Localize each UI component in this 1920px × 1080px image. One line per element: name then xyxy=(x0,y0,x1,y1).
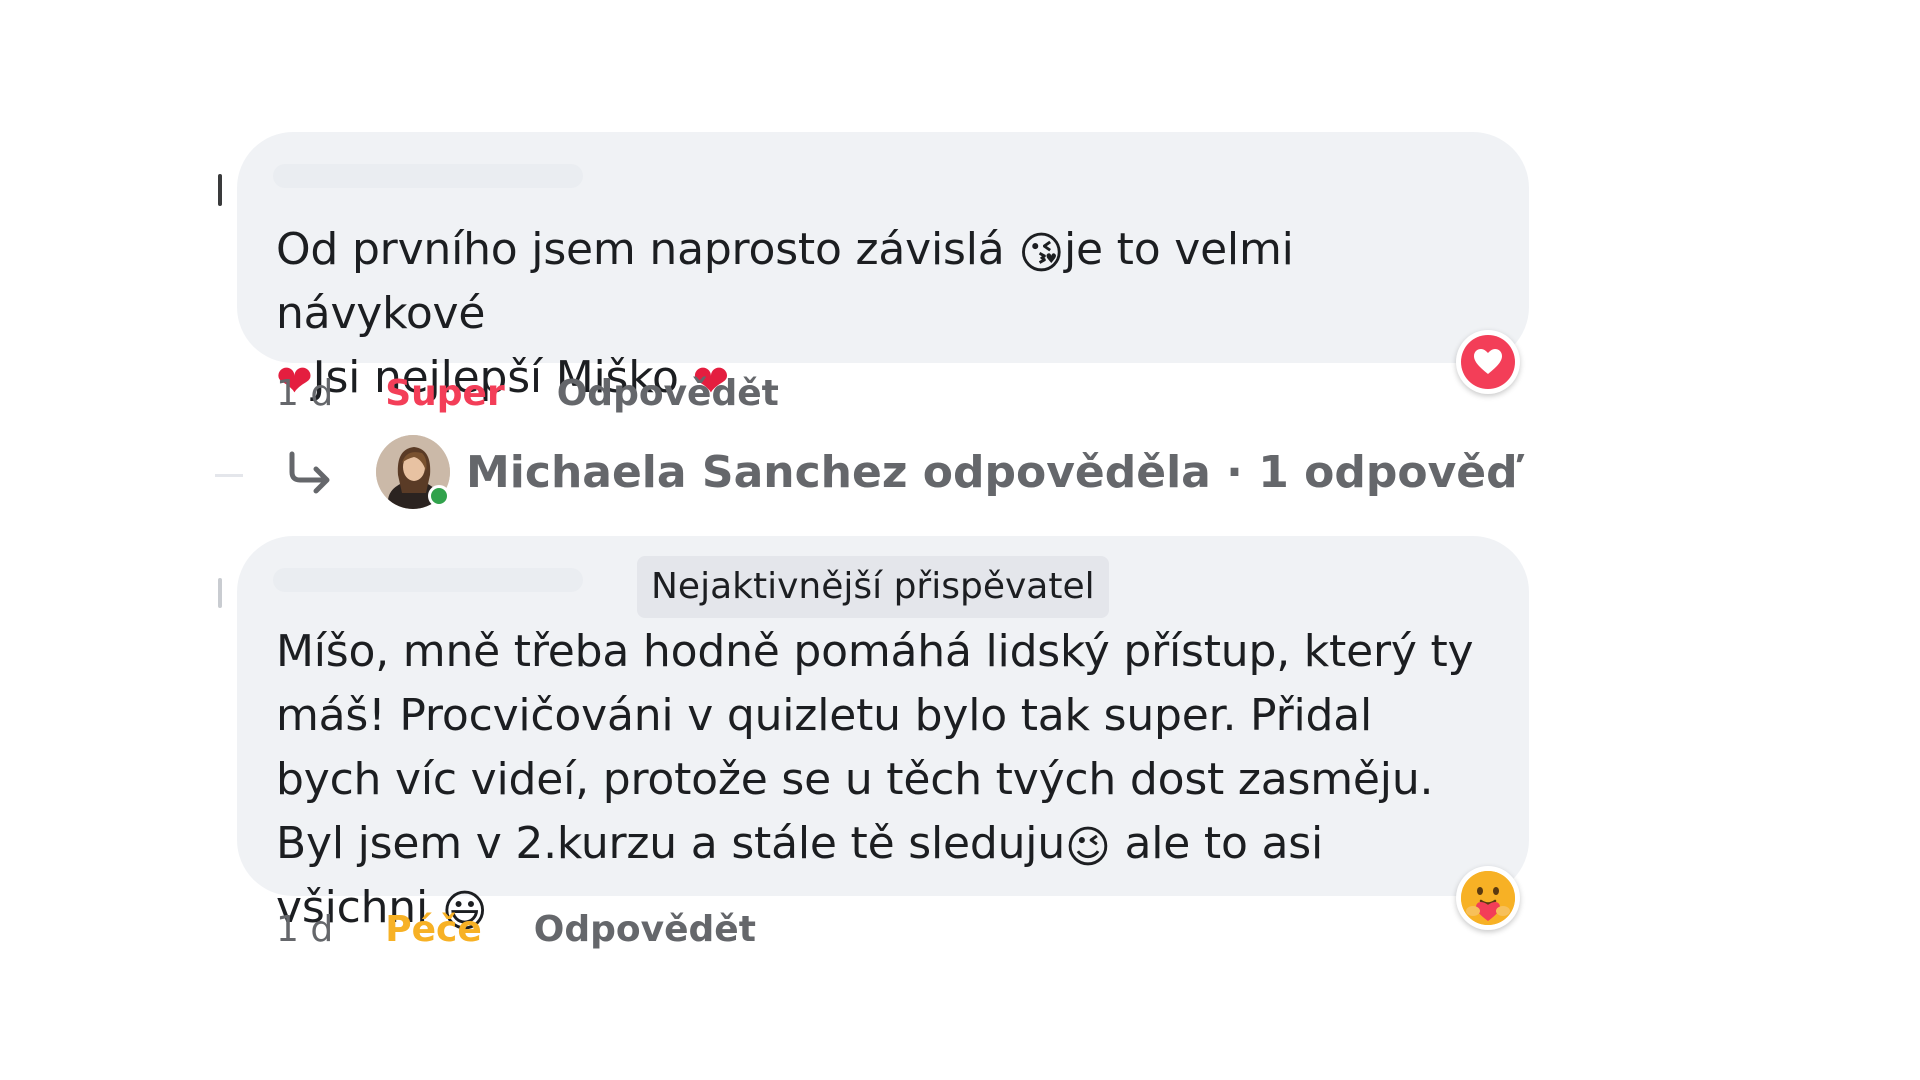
replies-summary-text: Michaela Sanchez odpověděla · 1 odpověď xyxy=(466,446,1518,498)
online-status-indicator xyxy=(428,485,450,507)
comment-actions: 1 d Péče Odpovědět xyxy=(276,910,756,950)
comment-timestamp[interactable]: 1 d xyxy=(276,374,333,414)
comment-author-name-redacted[interactable] xyxy=(273,568,583,592)
comment-thread: Od prvního jsem naprosto závislá 😘je to … xyxy=(0,0,1920,1080)
reply-arrow-icon xyxy=(289,451,330,494)
reply-button[interactable]: Odpovědět xyxy=(557,374,779,414)
avatar[interactable] xyxy=(376,435,450,509)
reaction-button[interactable]: Péče xyxy=(385,910,482,950)
reaction-summary[interactable] xyxy=(1456,866,1520,930)
wink-emoji-icon: 😉 xyxy=(1065,822,1111,873)
reaction-summary[interactable] xyxy=(1456,330,1520,394)
thread-line xyxy=(218,174,222,206)
top-contributor-badge[interactable]: Nejaktivnější přispěvatel xyxy=(637,556,1109,618)
thread-line xyxy=(218,578,222,608)
comment-bubble: Od prvního jsem naprosto závislá 😘je to … xyxy=(237,132,1529,404)
reaction-button[interactable]: Super xyxy=(385,374,505,414)
thread-connector xyxy=(215,474,243,477)
comment-author-name-redacted[interactable] xyxy=(273,164,583,188)
comment-actions: 1 d Super Odpovědět xyxy=(276,374,779,414)
comment-bubble: Nejaktivnější přispěvatel Míšo, mně třeb… xyxy=(237,536,1529,934)
reply-button[interactable]: Odpovědět xyxy=(534,910,756,950)
comment-timestamp[interactable]: 1 d xyxy=(276,910,333,950)
care-reaction-icon xyxy=(1461,871,1515,925)
view-replies-link[interactable]: Michaela Sanchez odpověděla · 1 odpověď xyxy=(280,432,1518,512)
kiss-emoji-icon: 😘 xyxy=(1018,228,1064,279)
comment-text-segment: Od prvního jsem naprosto závislá xyxy=(276,224,1019,275)
heart-reaction-icon xyxy=(1461,335,1515,389)
